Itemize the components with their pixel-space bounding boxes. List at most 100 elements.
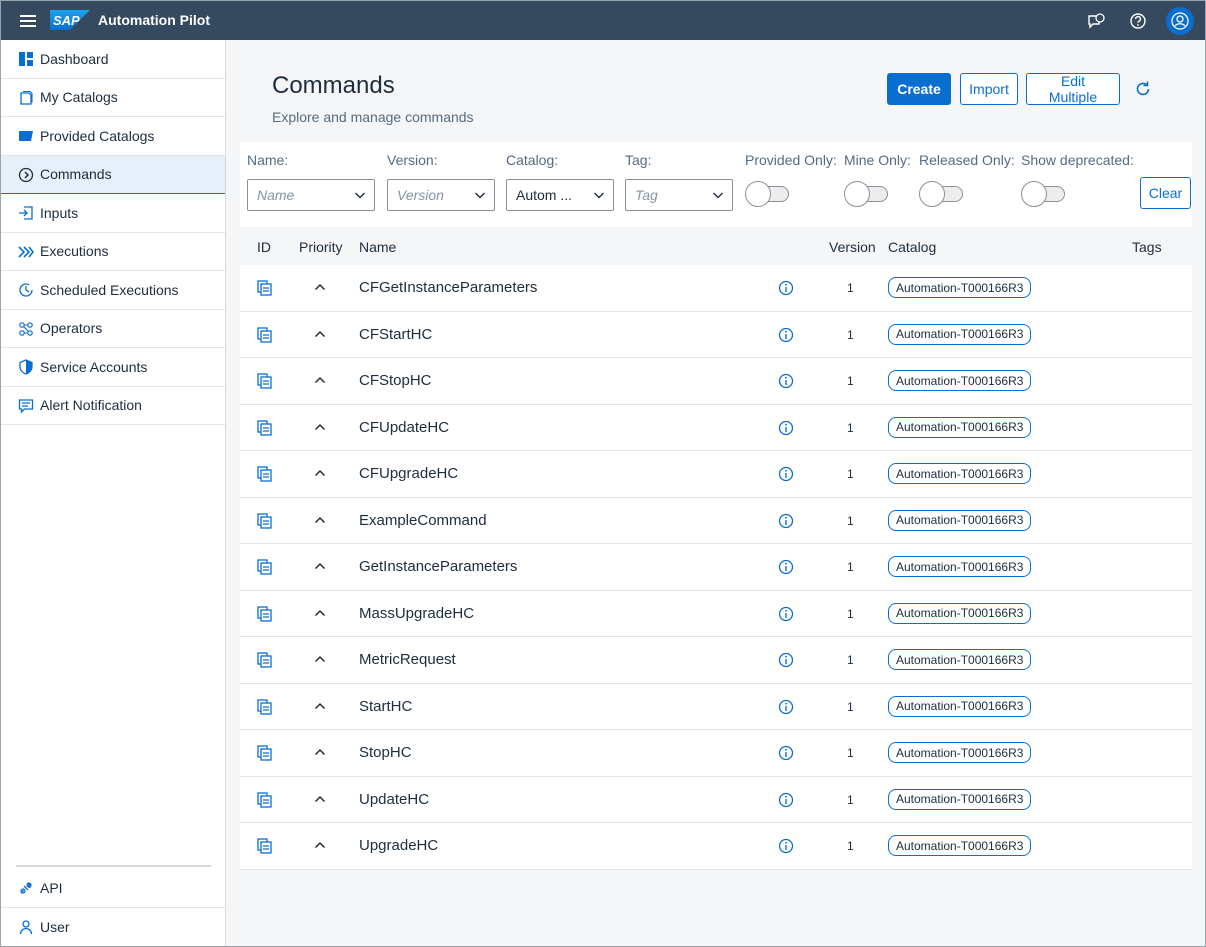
operators-icon [19, 321, 33, 336]
page-subtitle: Explore and manage commands [272, 109, 474, 125]
clear-filters-button[interactable]: Clear [1140, 177, 1191, 209]
info-icon[interactable] [778, 652, 794, 668]
copy-id-icon[interactable] [257, 698, 272, 715]
column-header-id[interactable]: ID [257, 239, 271, 255]
copy-id-icon[interactable] [257, 838, 272, 854]
released-only-toggle[interactable] [919, 181, 965, 207]
info-icon[interactable] [778, 373, 794, 389]
info-icon[interactable] [778, 606, 794, 622]
catalog-filter-value: Autom ... [516, 187, 573, 203]
info-icon[interactable] [778, 280, 794, 296]
copy-id-icon[interactable] [257, 419, 272, 436]
table-row[interactable]: CFStopHC 1 Automation-T000166R3 [240, 358, 1192, 405]
priority-chevron-up-icon [314, 469, 326, 477]
priority-chevron-up-icon [314, 655, 326, 663]
info-icon[interactable] [778, 327, 794, 343]
table-body: CFGetInstanceParameters 1 Automation-T0001… [240, 265, 1192, 870]
sidebar-item-dashboard[interactable]: Dashboard [1, 40, 225, 79]
column-header-name[interactable]: Name [359, 239, 396, 255]
sidebar-item-alert-notification[interactable]: Alert Notification [1, 387, 225, 425]
info-icon[interactable] [778, 420, 794, 436]
tag-filter-placeholder: Tag [635, 187, 658, 203]
column-header-version[interactable]: Version [829, 239, 876, 255]
priority-chevron-up-icon [314, 562, 326, 570]
sidebar-item-label: Scheduled Executions [40, 281, 179, 298]
sidebar-item-operators[interactable]: Operators [1, 310, 225, 348]
table-row[interactable]: MassUpgradeHC 1 Automation-T000166R3 [240, 590, 1192, 637]
catalog-badge: Automation-T000166R3 [888, 277, 1032, 298]
info-icon[interactable] [778, 466, 794, 482]
copy-id-icon[interactable] [257, 605, 272, 622]
table-row[interactable]: ExampleCommand 1 Automation-T000166R3 [240, 497, 1192, 544]
sidebar-item-executions[interactable]: Executions [1, 233, 225, 271]
catalog-filter-select[interactable]: Autom ... [506, 179, 614, 211]
sidebar-item-user[interactable]: User [1, 908, 226, 947]
sidebar-item-scheduled-executions[interactable]: Scheduled Executions [1, 271, 225, 310]
edit-multiple-button[interactable]: Edit Multiple [1026, 73, 1120, 105]
copy-id-icon[interactable] [257, 466, 272, 482]
command-version: 1 [847, 467, 854, 481]
provided-only-label: Provided Only: [745, 152, 837, 168]
shield-icon [19, 359, 33, 375]
table-row[interactable]: UpdateHC 1 Automation-T000166R3 [240, 776, 1192, 823]
table-row[interactable]: CFGetInstanceParameters 1 Automation-T0001… [240, 265, 1192, 312]
copy-id-icon[interactable] [257, 791, 272, 808]
table-row[interactable]: CFStartHC 1 Automation-T000166R3 [240, 311, 1192, 358]
info-icon[interactable] [778, 838, 794, 854]
table-row[interactable]: CFUpgradeHC 1 Automation-T000166R3 [240, 451, 1192, 498]
version-filter-select[interactable]: Version [387, 179, 495, 211]
sidebar-item-inputs[interactable]: Inputs [1, 194, 225, 233]
provided-only-toggle[interactable] [745, 181, 791, 207]
sidebar-item-my-catalogs[interactable]: My Catalogs [1, 79, 225, 117]
info-icon[interactable] [778, 745, 794, 761]
column-header-priority[interactable]: Priority [299, 239, 343, 255]
column-header-catalog[interactable]: Catalog [888, 239, 936, 255]
table-row[interactable]: UpgradeHC 1 Automation-T000166R3 [240, 823, 1192, 870]
table-row[interactable]: GetInstanceParameters 1 Automation-T000166… [240, 544, 1192, 591]
table-row[interactable]: MetricRequest 1 Automation-T000166R3 [240, 637, 1192, 684]
create-button[interactable]: Create [887, 73, 951, 105]
info-icon[interactable] [778, 513, 794, 529]
menu-icon[interactable] [18, 12, 38, 28]
command-version: 1 [847, 839, 854, 853]
command-icon [18, 167, 34, 182]
copy-id-icon[interactable] [257, 326, 272, 343]
copy-id-icon[interactable] [257, 280, 272, 296]
api-icon [20, 882, 32, 894]
info-icon[interactable] [778, 559, 794, 575]
mine-only-toggle[interactable] [844, 181, 890, 207]
app-frame: SAP Automation Pilot Dashboard My Catalog… [0, 0, 1206, 947]
refresh-icon[interactable] [1134, 80, 1152, 98]
priority-chevron-up-icon [314, 283, 326, 291]
tag-filter-select[interactable]: Tag [625, 179, 733, 211]
copy-id-icon[interactable] [257, 652, 272, 668]
column-header-tags[interactable]: Tags [1132, 239, 1162, 255]
table-row[interactable]: StartHC 1 Automation-T000166R3 [240, 683, 1192, 730]
sidebar-item-provided-catalogs[interactable]: Provided Catalogs [1, 117, 225, 156]
catalog-filter-label: Catalog: [506, 152, 559, 168]
copy-id-icon[interactable] [257, 745, 272, 761]
user-avatar[interactable] [1166, 7, 1194, 35]
command-version: 1 [847, 374, 854, 388]
show-deprecated-toggle[interactable] [1021, 181, 1067, 207]
name-filter-select[interactable]: Name [247, 179, 375, 211]
table-row[interactable]: StopHC 1 Automation-T000166R3 [240, 730, 1192, 777]
app-title: Automation Pilot [98, 12, 210, 28]
feedback-icon[interactable] [1085, 10, 1107, 32]
main-content: Commands Explore and manage commands Cre… [226, 40, 1205, 946]
catalog-badge: Automation-T000166R3 [888, 463, 1032, 484]
info-icon[interactable] [778, 699, 794, 715]
chevron-down-icon [594, 192, 604, 199]
copy-id-icon[interactable] [257, 559, 272, 575]
copy-id-icon[interactable] [257, 512, 272, 529]
import-button[interactable]: Import [960, 73, 1018, 105]
help-icon[interactable] [1127, 10, 1149, 32]
info-icon[interactable] [778, 792, 794, 808]
sidebar-item-api[interactable]: API [1, 869, 226, 908]
table-row[interactable]: CFUpdateHC 1 Automation-T000166R3 [240, 404, 1192, 451]
sidebar-item-commands[interactable]: Commands [1, 155, 225, 194]
sidebar-item-service-accounts[interactable]: Service Accounts [1, 348, 225, 387]
priority-chevron-up-icon [314, 748, 326, 756]
sidebar: Dashboard My Catalogs Provided Catalogs Com… [1, 40, 226, 947]
copy-id-icon[interactable] [257, 373, 272, 389]
